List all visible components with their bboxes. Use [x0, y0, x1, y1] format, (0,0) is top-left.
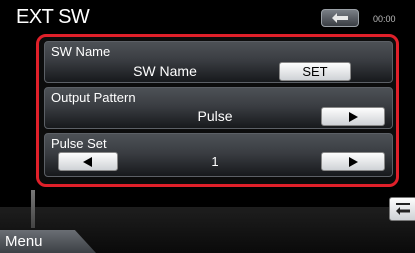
- pulse-set-row: Pulse Set 1: [44, 133, 393, 177]
- scroll-rail[interactable]: [31, 190, 35, 228]
- collapse-button[interactable]: [389, 197, 415, 221]
- sw-name-value: SW Name: [133, 63, 197, 79]
- collapse-icon: [396, 203, 410, 215]
- screen-title: EXT SW: [16, 6, 90, 28]
- pulse-set-prev-button[interactable]: [58, 152, 118, 171]
- sw-name-row: SW Name SW Name SET: [44, 41, 393, 83]
- menu-label[interactable]: Menu: [5, 233, 43, 250]
- pulse-set-label: Pulse Set: [51, 136, 107, 151]
- sw-name-label: SW Name: [51, 44, 111, 59]
- back-button[interactable]: [321, 9, 359, 27]
- output-pattern-value: Pulse: [197, 108, 233, 124]
- settings-panel: SW Name SW Name SET Output Pattern Pulse…: [36, 34, 399, 187]
- pulse-set-value: 1: [211, 154, 219, 169]
- output-pattern-row: Output Pattern Pulse: [44, 87, 393, 129]
- back-arrow-icon: [332, 13, 348, 23]
- output-pattern-label: Output Pattern: [51, 90, 136, 105]
- right-triangle-icon: [349, 156, 358, 167]
- ext-sw-screen: EXT SW 00:00 SW Name SW Name SET Output …: [0, 0, 415, 253]
- clock: 00:00: [373, 14, 396, 24]
- pulse-set-next-button[interactable]: [321, 152, 385, 171]
- set-button[interactable]: SET: [279, 62, 351, 81]
- output-pattern-next-button[interactable]: [321, 107, 385, 126]
- left-triangle-icon: [83, 156, 92, 167]
- right-triangle-icon: [349, 111, 358, 122]
